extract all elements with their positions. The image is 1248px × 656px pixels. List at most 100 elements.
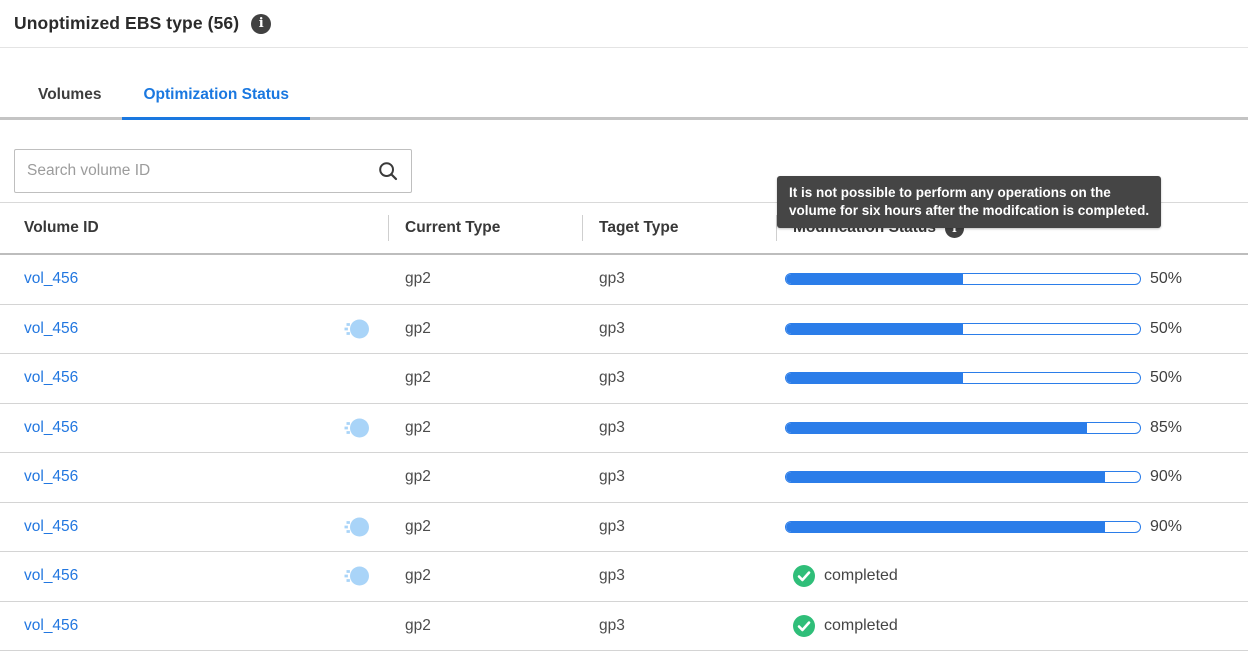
current-type-cell: gp2: [388, 468, 582, 486]
speed-icon: [342, 315, 370, 343]
volume-link[interactable]: vol_456: [24, 419, 78, 437]
volume-link[interactable]: vol_456: [24, 468, 78, 486]
progress-status: 50%: [785, 369, 1182, 387]
status-cell: 90%: [776, 518, 1248, 536]
target-type: gp3: [599, 419, 625, 437]
volume-id-cell: vol_456: [0, 463, 388, 491]
column-header-volume-id: Volume ID: [0, 219, 388, 237]
progress-status: 90%: [785, 468, 1182, 486]
unoptimized-ebs-panel: Unoptimized EBS type (56) i Volumes Opti…: [0, 0, 1248, 656]
progress-percent: 90%: [1150, 518, 1182, 536]
target-type: gp3: [599, 320, 625, 338]
progress-fill: [786, 373, 963, 383]
current-type-cell: gp2: [388, 617, 582, 635]
status-cell: 85%: [776, 419, 1248, 437]
status-cell: 50%: [776, 369, 1248, 387]
tooltip-text: It is not possible to perform any operat…: [789, 185, 1149, 218]
progress-status: 50%: [785, 320, 1182, 338]
volume-link[interactable]: vol_456: [24, 518, 78, 536]
tab-optimization-status[interactable]: Optimization Status: [122, 86, 310, 120]
progress-bar: [785, 372, 1141, 384]
progress-fill: [786, 274, 963, 284]
current-type-cell: gp2: [388, 419, 582, 437]
tab-volumes[interactable]: Volumes: [17, 86, 122, 120]
table-row: vol_456 gp2 gp3 50%: [0, 255, 1248, 305]
target-type: gp3: [599, 617, 625, 635]
current-type-cell: gp2: [388, 320, 582, 338]
progress-fill: [786, 324, 963, 334]
progress-status: 85%: [785, 419, 1182, 437]
progress-bar: [785, 273, 1141, 285]
target-type: gp3: [599, 468, 625, 486]
target-type-cell: gp3: [582, 320, 776, 338]
progress-bar: [785, 323, 1141, 335]
target-type-cell: gp3: [582, 567, 776, 585]
completed-status: completed: [793, 615, 898, 637]
current-type-cell: gp2: [388, 518, 582, 536]
tooltip: It is not possible to perform any operat…: [777, 176, 1161, 228]
table-row: vol_456 gp2 gp3 comple: [0, 602, 1248, 652]
target-type: gp3: [599, 567, 625, 585]
title-bar: Unoptimized EBS type (56) i: [0, 0, 1248, 48]
completed-status: completed: [793, 565, 898, 587]
progress-percent: 50%: [1150, 369, 1182, 387]
volume-id-cell: vol_456: [0, 414, 388, 442]
current-type: gp2: [405, 617, 431, 635]
tab-bar: Volumes Optimization Status: [0, 86, 1248, 120]
target-type: gp3: [599, 270, 625, 288]
progress-fill: [786, 522, 1105, 532]
volume-link[interactable]: vol_456: [24, 320, 78, 338]
target-type: gp3: [599, 369, 625, 387]
table-row: vol_456 gp2 gp3 50%: [0, 354, 1248, 404]
progress-bar: [785, 422, 1141, 434]
target-type-cell: gp3: [582, 270, 776, 288]
progress-percent: 90%: [1150, 468, 1182, 486]
volume-id-cell: vol_456: [0, 562, 388, 590]
status-cell: 50%: [776, 270, 1248, 288]
target-type-cell: gp3: [582, 369, 776, 387]
volume-link[interactable]: vol_456: [24, 270, 78, 288]
current-type: gp2: [405, 320, 431, 338]
target-type-cell: gp3: [582, 617, 776, 635]
table-body: vol_456 gp2 gp3 50%: [0, 255, 1248, 651]
current-type: gp2: [405, 419, 431, 437]
target-type-cell: gp3: [582, 518, 776, 536]
check-circle-icon: [793, 565, 815, 587]
current-type: gp2: [405, 567, 431, 585]
current-type: gp2: [405, 518, 431, 536]
column-label: Current Type: [405, 219, 500, 237]
progress-fill: [786, 423, 1087, 433]
check-circle-icon: [793, 615, 815, 637]
status-cell: completed: [776, 615, 1248, 637]
volume-link[interactable]: vol_456: [24, 567, 78, 585]
column-header-current-type: Current Type: [388, 219, 582, 237]
title-info-icon[interactable]: i: [251, 14, 271, 34]
search-icon[interactable]: [378, 161, 398, 181]
column-label: Volume ID: [24, 219, 99, 237]
completed-label: completed: [824, 567, 898, 585]
current-type: gp2: [405, 468, 431, 486]
volume-link[interactable]: vol_456: [24, 369, 78, 387]
progress-percent: 50%: [1150, 270, 1182, 288]
table-row: vol_456 gp2 gp3 90%: [0, 503, 1248, 553]
search-box: [14, 149, 412, 193]
progress-bar: [785, 521, 1141, 533]
completed-label: completed: [824, 617, 898, 635]
target-type-cell: gp3: [582, 419, 776, 437]
volume-id-cell: vol_456: [0, 265, 388, 293]
volume-id-cell: vol_456: [0, 513, 388, 541]
table-row: vol_456 gp2 gp3 85%: [0, 404, 1248, 454]
column-header-taget-type: Taget Type: [582, 219, 776, 237]
volume-link[interactable]: vol_456: [24, 617, 78, 635]
progress-bar: [785, 471, 1141, 483]
status-cell: 50%: [776, 320, 1248, 338]
current-type-cell: gp2: [388, 270, 582, 288]
speed-icon: [342, 562, 370, 590]
table-row: vol_456 gp2 gp3 50%: [0, 305, 1248, 355]
current-type: gp2: [405, 369, 431, 387]
current-type-cell: gp2: [388, 369, 582, 387]
progress-percent: 50%: [1150, 320, 1182, 338]
search-input[interactable]: [14, 149, 412, 193]
page-title: Unoptimized EBS type (56): [14, 13, 239, 34]
target-type: gp3: [599, 518, 625, 536]
